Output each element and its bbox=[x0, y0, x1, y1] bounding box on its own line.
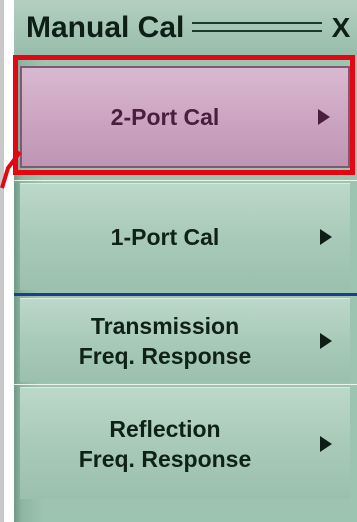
transmission-freq-response-button[interactable]: Transmission Freq. Response bbox=[20, 298, 350, 382]
submenu-arrow-icon bbox=[320, 332, 332, 349]
two-port-cal-button[interactable]: 2-Port Cal bbox=[20, 66, 350, 168]
two-port-cal-label: 2-Port Cal bbox=[110, 104, 220, 130]
menu-divider bbox=[14, 384, 357, 385]
manual-cal-panel: Manual Cal X 2-Port Cal 1-Port Cal Trans… bbox=[14, 0, 357, 522]
one-port-cal-label: 1-Port Cal bbox=[110, 224, 220, 250]
submenu-arrow-icon bbox=[320, 229, 332, 245]
title-rule-bottom bbox=[192, 30, 322, 32]
section-separator bbox=[14, 293, 357, 296]
title-rule-top bbox=[192, 22, 322, 24]
submenu-arrow-icon bbox=[318, 109, 330, 125]
reflection-freq-response-label: Reflection Freq. Response bbox=[78, 415, 252, 472]
one-port-cal-button[interactable]: 1-Port Cal bbox=[20, 183, 350, 290]
menu-divider bbox=[14, 180, 357, 181]
panel-title: Manual Cal bbox=[26, 11, 185, 44]
reflection-freq-response-button[interactable]: Reflection Freq. Response bbox=[20, 387, 350, 499]
left-edge-border bbox=[0, 0, 4, 522]
transmission-freq-response-label: Transmission Freq. Response bbox=[78, 312, 252, 369]
submenu-arrow-icon bbox=[320, 435, 332, 452]
close-button[interactable]: X bbox=[329, 12, 353, 44]
title-bar: Manual Cal X bbox=[14, 0, 357, 55]
left-edge bbox=[0, 0, 14, 522]
